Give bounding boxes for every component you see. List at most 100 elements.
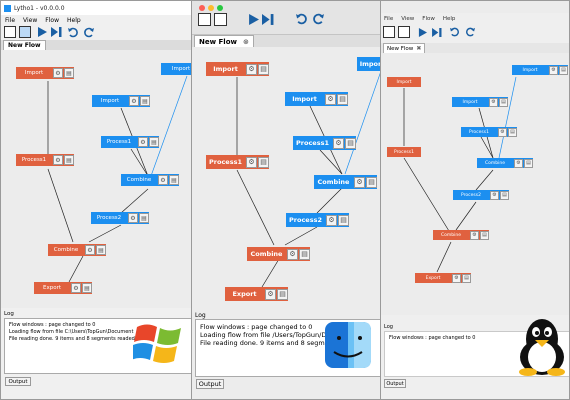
document-icon[interactable]: ▤: [508, 127, 517, 137]
window-single-icon[interactable]: [198, 13, 211, 26]
node-process1[interactable]: Process1 ⚙ ▤: [16, 154, 74, 166]
window-split-icon[interactable]: [398, 26, 410, 38]
gear-icon[interactable]: ⚙: [549, 65, 558, 75]
node-import[interactable]: Import ⚙ ▤: [452, 97, 508, 107]
tab-new-flow[interactable]: New Flow: [3, 40, 46, 50]
node-import[interactable]: Import: [357, 57, 381, 71]
node-combine[interactable]: Combine ⚙ ▤: [247, 247, 310, 261]
gear-icon[interactable]: ⚙: [71, 283, 81, 293]
undo-icon[interactable]: [450, 27, 460, 37]
window-single-icon[interactable]: [4, 26, 16, 38]
node-import[interactable]: Import ⚙ ▤: [206, 62, 269, 76]
document-icon[interactable]: ▤: [64, 155, 74, 165]
redo-icon[interactable]: [83, 27, 94, 38]
menu-flow[interactable]: Flow: [422, 16, 435, 22]
node-combine[interactable]: Combine ⚙ ▤: [121, 174, 179, 186]
document-icon[interactable]: ▤: [337, 93, 348, 105]
gear-icon[interactable]: ⚙: [470, 230, 479, 240]
gear-icon[interactable]: ⚙: [333, 137, 344, 149]
window-split-icon[interactable]: [19, 26, 31, 38]
document-icon[interactable]: ▤: [524, 158, 533, 168]
step-forward-icon[interactable]: [432, 27, 442, 37]
flow-canvas[interactable]: Import Import ⚙ ▤ Import ⚙ ▤ Process1 ⚙ ▤ Proc…: [381, 53, 569, 315]
gear-icon[interactable]: ⚙: [158, 175, 168, 185]
close-window-button[interactable]: [199, 5, 205, 11]
document-icon[interactable]: ▤: [299, 248, 310, 260]
undo-icon[interactable]: [296, 13, 308, 25]
document-icon[interactable]: ▤: [480, 230, 489, 240]
flow-canvas[interactable]: Import⚙▤ Import Import⚙▤ Process1⚙▤ Proc…: [1, 50, 194, 308]
gear-icon[interactable]: ⚙: [246, 156, 257, 168]
document-icon[interactable]: ▤: [345, 137, 356, 149]
play-icon[interactable]: [248, 14, 259, 25]
document-icon[interactable]: ▤: [258, 63, 269, 75]
tab-output[interactable]: Output: [5, 377, 31, 386]
node-import[interactable]: Import ⚙ ▤: [92, 95, 150, 107]
menu-help[interactable]: Help: [67, 17, 81, 24]
document-icon[interactable]: ▤: [338, 214, 349, 226]
undo-icon[interactable]: [68, 27, 79, 38]
tab-new-flow[interactable]: New Flow ⊗: [194, 35, 254, 47]
document-icon[interactable]: ▤: [149, 137, 159, 147]
play-icon[interactable]: [418, 27, 427, 37]
node-process1[interactable]: Process1 ⚙ ▤: [206, 155, 269, 169]
gear-icon[interactable]: ⚙: [287, 248, 298, 260]
node-import[interactable]: Import ⚙ ▤: [16, 67, 74, 79]
gear-icon[interactable]: ⚙: [128, 213, 138, 223]
node-combine[interactable]: Combine ⚙ ▤: [314, 175, 377, 189]
node-process1[interactable]: Process1: [387, 147, 421, 157]
node-combine[interactable]: Combine ⚙ ▤: [433, 230, 489, 240]
menu-flow[interactable]: Flow: [45, 17, 59, 24]
menu-file[interactable]: File: [5, 17, 15, 24]
zoom-window-button[interactable]: [217, 5, 223, 11]
node-process2[interactable]: Process2 ⚙ ▤: [453, 190, 509, 200]
close-tab-icon[interactable]: ✖: [416, 45, 421, 52]
gear-icon[interactable]: ⚙: [452, 273, 461, 283]
window-split-icon[interactable]: [214, 13, 227, 26]
node-export[interactable]: Export ⚙ ▤: [34, 282, 92, 294]
gear-icon[interactable]: ⚙: [354, 176, 365, 188]
node-import[interactable]: Import ⚙ ▤: [512, 65, 568, 75]
node-export[interactable]: Export ⚙ ▤: [225, 287, 288, 301]
gear-icon[interactable]: ⚙: [325, 93, 336, 105]
node-combine[interactable]: Combine ⚙ ▤: [477, 158, 533, 168]
document-icon[interactable]: ▤: [462, 273, 471, 283]
redo-icon[interactable]: [465, 27, 475, 37]
document-icon[interactable]: ▤: [366, 176, 377, 188]
gear-icon[interactable]: ⚙: [53, 155, 63, 165]
minimize-window-button[interactable]: [208, 5, 214, 11]
node-import[interactable]: Import: [161, 63, 194, 75]
node-process1[interactable]: Process1 ⚙ ▤: [293, 136, 356, 150]
node-import[interactable]: Import ⚙ ▤: [285, 92, 348, 106]
gear-icon[interactable]: ⚙: [490, 190, 499, 200]
document-icon[interactable]: ▤: [258, 156, 269, 168]
window-single-icon[interactable]: [383, 26, 395, 38]
gear-icon[interactable]: ⚙: [53, 68, 63, 78]
play-icon[interactable]: [37, 27, 47, 37]
gear-icon[interactable]: ⚙: [246, 63, 257, 75]
menu-view[interactable]: View: [401, 16, 414, 22]
document-icon[interactable]: ▤: [64, 68, 74, 78]
document-icon[interactable]: ▤: [96, 245, 106, 255]
menu-file[interactable]: File: [384, 16, 393, 22]
gear-icon[interactable]: ⚙: [85, 245, 95, 255]
node-import[interactable]: Import: [387, 77, 421, 87]
gear-icon[interactable]: ⚙: [326, 214, 337, 226]
flow-canvas[interactable]: Import⚙▤ Import Import⚙▤ Process1⚙▤ Proc…: [192, 47, 381, 309]
node-process1[interactable]: Process1 ⚙ ▤: [101, 136, 159, 148]
document-icon[interactable]: ▤: [277, 288, 288, 300]
tab-new-flow[interactable]: New Flow ✖: [383, 43, 426, 53]
document-icon[interactable]: ▤: [499, 97, 508, 107]
gear-icon[interactable]: ⚙: [138, 137, 148, 147]
menu-help[interactable]: Help: [443, 16, 456, 22]
document-icon[interactable]: ▤: [140, 96, 150, 106]
menu-view[interactable]: View: [23, 17, 37, 24]
document-icon[interactable]: ▤: [139, 213, 149, 223]
redo-icon[interactable]: [312, 13, 324, 25]
tab-output[interactable]: Output: [384, 379, 406, 388]
step-forward-icon[interactable]: [51, 27, 62, 37]
gear-icon[interactable]: ⚙: [489, 97, 498, 107]
node-process1[interactable]: Process1 ⚙ ▤: [461, 127, 517, 137]
node-export[interactable]: Export ⚙ ▤: [415, 273, 471, 283]
document-icon[interactable]: ▤: [559, 65, 568, 75]
